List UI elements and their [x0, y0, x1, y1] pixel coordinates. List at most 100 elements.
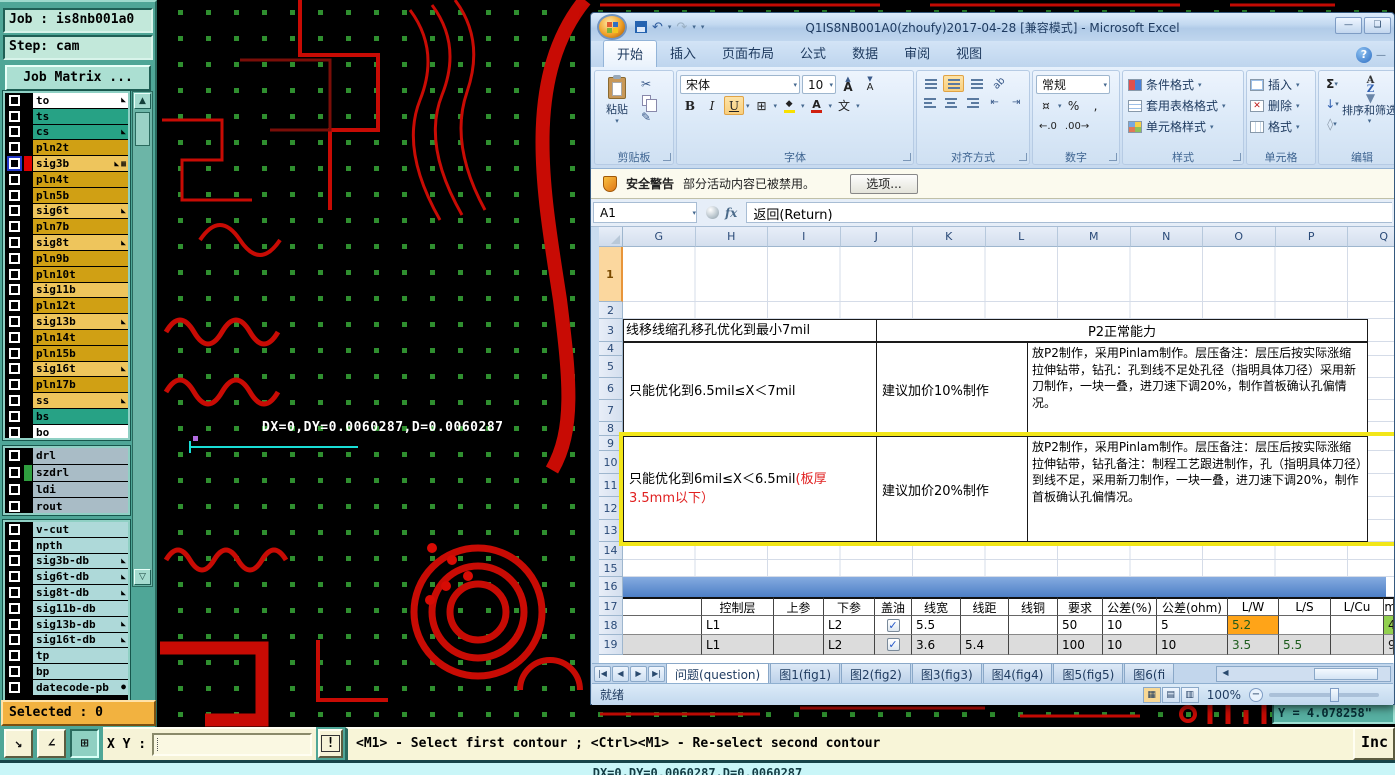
layer-list-scrollbar[interactable]: ▲ ▽: [132, 91, 153, 587]
layer-name-button[interactable]: v-cut: [33, 522, 128, 537]
align-left-button[interactable]: [920, 94, 940, 111]
next-sheet-icon[interactable]: ▶: [630, 665, 647, 682]
help-icon[interactable]: ?: [1356, 47, 1372, 63]
sheet-tab[interactable]: 图1(fig1): [770, 662, 841, 685]
checked-checkbox[interactable]: ✓: [886, 618, 900, 632]
layer-visibility-checkbox[interactable]: [5, 377, 24, 393]
layer-visibility-checkbox[interactable]: [5, 679, 24, 695]
layer-name-button[interactable]: pln5b: [33, 187, 128, 203]
t2-cell[interactable]: [1009, 635, 1058, 655]
align-middle-button[interactable]: [943, 75, 964, 92]
column-header-I[interactable]: I: [768, 227, 841, 247]
t2-cell[interactable]: 5.5: [912, 616, 961, 635]
t2-cell[interactable]: [623, 616, 702, 635]
layer-visibility-checkbox[interactable]: [5, 203, 24, 219]
zoom-slider-thumb[interactable]: [1329, 687, 1339, 702]
maximize-button[interactable]: ❏: [1364, 17, 1391, 34]
t2-cell[interactable]: 10: [1103, 635, 1157, 655]
underline-dropdown-icon[interactable]: ▾: [746, 102, 750, 110]
fill-color-button[interactable]: ◆: [779, 96, 799, 115]
align-right-button[interactable]: [963, 94, 983, 111]
layer-name-button[interactable]: pln2t: [33, 140, 128, 156]
t2-cell[interactable]: 49: [1384, 616, 1394, 635]
layer-name-button[interactable]: sig16t ◣: [33, 361, 128, 377]
layer-visibility-checkbox[interactable]: [5, 448, 24, 464]
layer-name-button[interactable]: pln14t: [33, 329, 128, 345]
sheet-tab[interactable]: 图5(fig5): [1053, 662, 1124, 685]
format-painter-icon[interactable]: ✎: [641, 110, 651, 124]
layer-name-button[interactable]: ss ◣: [33, 393, 128, 408]
xy-coordinate-input[interactable]: [152, 733, 312, 756]
layer-name-button[interactable]: to ◣: [33, 93, 128, 108]
layer-name-button[interactable]: bp: [33, 664, 128, 679]
sheet-tab[interactable]: 图2(fig2): [841, 662, 911, 685]
layer-visibility-checkbox[interactable]: [5, 393, 24, 408]
t2-cell[interactable]: 3.5: [1228, 635, 1279, 655]
layer-visibility-checkbox[interactable]: [5, 569, 24, 585]
format-cells-button[interactable]: 格式 ▾: [1250, 116, 1312, 137]
column-header-M[interactable]: M: [1058, 227, 1131, 247]
layer-visibility-checkbox[interactable]: [5, 553, 24, 569]
undo-dropdown-icon[interactable]: ▾: [668, 23, 672, 31]
layer-visibility-checkbox[interactable]: [5, 108, 24, 124]
excel-title-bar[interactable]: ↶ ▾ ↷ ▾ ▾ Q1IS8NB001A0(zhoufy)2017-04-28 […: [591, 13, 1394, 41]
grid-snap-button[interactable]: ⊞: [70, 729, 99, 758]
sheet-tab[interactable]: 图3(fig3): [911, 662, 982, 685]
layer-name-button[interactable]: tp: [33, 648, 128, 664]
layer-name-button[interactable]: ts: [33, 108, 128, 124]
layer-name-button[interactable]: pln15b: [33, 345, 128, 361]
t2-cell[interactable]: 10: [1157, 635, 1228, 655]
layer-visibility-checkbox[interactable]: [5, 314, 24, 329]
last-sheet-icon[interactable]: ▶|: [648, 665, 665, 682]
layer-name-button[interactable]: ldi: [33, 481, 128, 498]
paste-button[interactable]: 粘贴 ▾: [598, 74, 636, 149]
sort-filter-button[interactable]: A Z ▼ 排序和筛选 ▾: [1342, 74, 1394, 149]
layer-name-button[interactable]: pln10t: [33, 266, 128, 282]
office-button[interactable]: [597, 14, 627, 40]
font-color-button[interactable]: A: [807, 96, 827, 115]
layer-visibility-checkbox[interactable]: [5, 632, 24, 648]
layer-visibility-checkbox[interactable]: [5, 600, 24, 616]
t2-cell[interactable]: 99: [1384, 635, 1394, 655]
ribbon-tab[interactable]: 审阅: [891, 40, 943, 67]
layer-visibility-checkbox[interactable]: [5, 361, 24, 377]
t2-cell[interactable]: 5.2: [1228, 616, 1279, 635]
sheet-tab[interactable]: 图4(fig4): [982, 662, 1053, 685]
layer-name-button[interactable]: rout: [33, 498, 128, 513]
cut-icon[interactable]: ✂: [641, 77, 651, 91]
first-sheet-icon[interactable]: |◀: [594, 665, 611, 682]
undo-icon[interactable]: ↶: [652, 21, 663, 34]
save-icon[interactable]: [635, 21, 647, 33]
layer-name-button[interactable]: pln17b: [33, 377, 128, 393]
layer-visibility-checkbox[interactable]: [5, 424, 24, 438]
decrease-indent-button[interactable]: ⇤: [985, 94, 1005, 111]
layer-visibility-checkbox[interactable]: [5, 345, 24, 361]
grow-font-button[interactable]: ▲ A: [838, 75, 858, 94]
layer-visibility-checkbox[interactable]: [5, 408, 24, 424]
t2-cell[interactable]: ✓: [875, 616, 912, 635]
accounting-format-button[interactable]: ¤: [1036, 96, 1056, 115]
t2-cell[interactable]: [961, 616, 1009, 635]
ribbon-tab[interactable]: 页面布局: [709, 40, 787, 67]
comma-style-button[interactable]: ,: [1086, 96, 1106, 115]
layer-visibility-checkbox[interactable]: [5, 282, 24, 298]
layer-visibility-checkbox[interactable]: [5, 648, 24, 664]
layer-visibility-checkbox[interactable]: [5, 329, 24, 345]
column-header-K[interactable]: K: [913, 227, 986, 247]
layer-name-button[interactable]: pln4t: [33, 171, 128, 187]
formula-input[interactable]: 返回(Return): [746, 202, 1392, 223]
number-format-select[interactable]: 常规 ▾: [1036, 75, 1110, 94]
t2-cell[interactable]: 10: [1103, 616, 1157, 635]
layer-visibility-checkbox[interactable]: [5, 187, 24, 203]
layer-name-button[interactable]: sig3b ◣ ▦: [33, 156, 128, 171]
layer-visibility-checkbox[interactable]: [5, 156, 24, 171]
name-box[interactable]: A1 ▾: [593, 202, 697, 223]
layer-visibility-checkbox[interactable]: [5, 171, 24, 187]
ribbon-tab[interactable]: 开始: [603, 40, 658, 67]
layer-visibility-checkbox[interactable]: [5, 522, 24, 537]
layer-name-button[interactable]: sig16t-db ◣: [33, 632, 128, 648]
phonetic-button[interactable]: 文: [834, 96, 854, 115]
ribbon-tab[interactable]: 公式: [787, 40, 839, 67]
layer-visibility-checkbox[interactable]: [5, 93, 24, 108]
redo-dropdown-icon[interactable]: ▾: [692, 23, 696, 31]
